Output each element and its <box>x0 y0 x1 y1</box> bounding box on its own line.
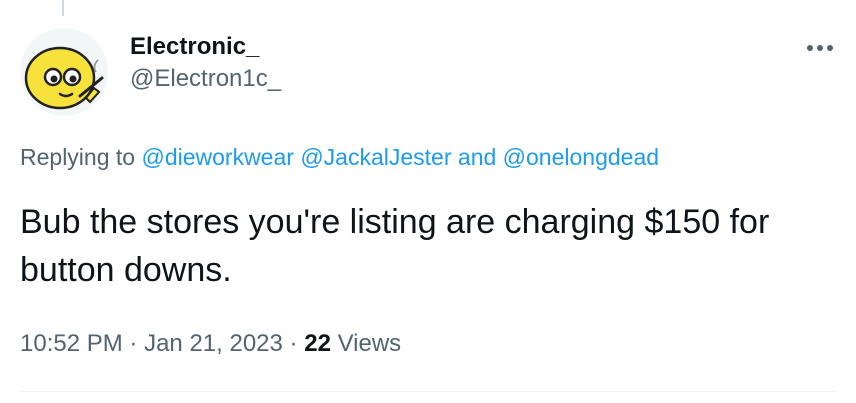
more-horizontal-icon <box>807 45 833 51</box>
yellow-face-avatar-icon <box>20 28 108 116</box>
thread-connector-line <box>62 0 64 16</box>
author-display-name[interactable]: Electronic_ <box>130 32 281 62</box>
mention-dieworkwear[interactable]: @dieworkwear <box>141 144 293 170</box>
views-count: 22 <box>304 330 331 357</box>
avatar[interactable] <box>20 28 108 116</box>
tweet-body-text: Bub the stores you're listing are chargi… <box>20 203 770 289</box>
author-handle[interactable]: @Electron1c_ <box>130 62 281 96</box>
tweet-meta-line: 10:52 PM · Jan 21, 2023 · 22 Views <box>20 328 401 360</box>
replying-to-line: Replying to @dieworkwear @JackalJester a… <box>20 142 659 172</box>
tweet-card: Electronic_ @Electron1c_ Replying to @di… <box>0 0 856 403</box>
more-options-button[interactable] <box>804 36 838 60</box>
author-block: Electronic_ @Electron1c_ <box>130 32 281 96</box>
divider <box>20 391 836 392</box>
mention-jackaljester[interactable]: @JackalJester <box>300 144 451 170</box>
tweet-time[interactable]: 10:52 PM <box>20 330 123 357</box>
mention-onelongdead[interactable]: @onelongdead <box>503 144 659 170</box>
replying-to-label: Replying to <box>20 144 136 170</box>
meta-separator: · <box>129 330 138 357</box>
tweet-date[interactable]: Jan 21, 2023 <box>144 330 283 357</box>
conjunction-and: and <box>457 144 497 170</box>
views-label: Views <box>337 330 402 357</box>
meta-separator: · <box>289 330 298 357</box>
